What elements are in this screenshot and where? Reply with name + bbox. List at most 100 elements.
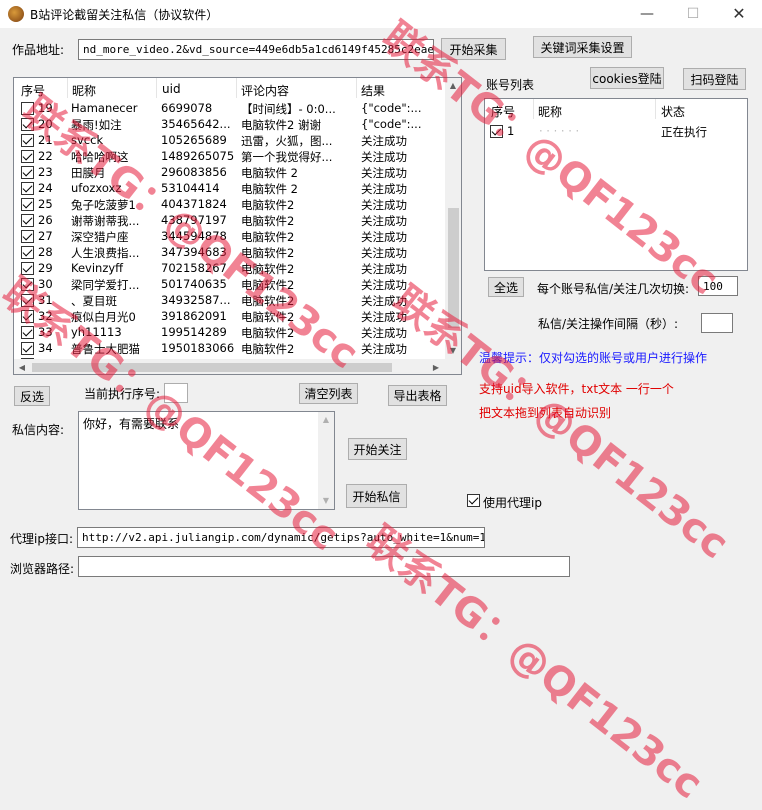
row-result: 关注成功	[361, 134, 407, 148]
row-checkbox[interactable]	[21, 342, 34, 355]
row-index: 33	[38, 325, 53, 339]
row-checkbox[interactable]	[21, 262, 34, 275]
row-comment: 电脑软件2	[241, 278, 295, 292]
table-row[interactable]: 24 ufozxoxz 53104414 电脑软件 2 关注成功	[14, 180, 461, 196]
scroll-up-arrow-icon[interactable]: ▲	[445, 81, 461, 90]
row-nick: 暴雨!如注	[71, 118, 122, 132]
row-nick: yh11113	[71, 325, 122, 339]
invert-selection-button[interactable]: 反选	[14, 386, 50, 406]
account-col-nick[interactable]: 昵称	[538, 103, 562, 120]
message-textarea[interactable]: 你好，有需要联系 ▲ ▼	[78, 411, 335, 510]
select-all-button[interactable]: 全选	[488, 277, 524, 297]
table-row[interactable]: 23 田膜月 296083856 电脑软件 2 关注成功	[14, 164, 461, 180]
row-index: 26	[38, 213, 53, 227]
proxy-api-input[interactable]: http://v2.api.juliangip.com/dynamic/geti…	[77, 527, 485, 548]
table-row[interactable]: 21 svcck 105265689 迅雷，火狐，图... 关注成功	[14, 132, 461, 148]
table-row[interactable]: 33 yh11113 199514289 电脑软件2 关注成功	[14, 324, 461, 340]
row-comment: 电脑软件 2	[241, 182, 298, 196]
row-result: 关注成功	[361, 198, 407, 212]
work-url-label: 作品地址:	[12, 43, 65, 57]
table-row[interactable]: 20 暴雨!如注 35465642... 电脑软件2 谢谢 {"code":...	[14, 116, 461, 132]
row-index: 27	[38, 229, 53, 243]
work-url-input[interactable]: nd_more_video.2&vd_source=449e6db5a1cd61…	[78, 39, 434, 60]
table-row[interactable]: 19 Hamanecer 6699078 【时间线】- 0:0... {"code":.…	[14, 100, 461, 116]
scan-login-button[interactable]: 扫码登陆	[683, 68, 746, 90]
interval-input[interactable]	[701, 313, 733, 333]
msg-scroll-down-icon[interactable]: ▼	[318, 496, 334, 505]
row-checkbox[interactable]	[21, 326, 34, 339]
table-row[interactable]: 31 、夏目斑 34932587... 电脑软件2 关注成功	[14, 292, 461, 308]
row-checkbox[interactable]	[21, 134, 34, 147]
row-checkbox[interactable]	[21, 150, 34, 163]
table-row[interactable]: 26 谢蒂谢蒂我... 438797197 电脑软件2 关注成功	[14, 212, 461, 228]
row-checkbox[interactable]	[21, 166, 34, 179]
row-checkbox[interactable]	[21, 118, 34, 131]
keyword-settings-button[interactable]: 关键词采集设置	[533, 36, 632, 58]
comment-table[interactable]: 序号 昵称 uid 评论内容 结果 19 Hamanecer 6699078 【时间线…	[13, 77, 462, 375]
row-checkbox[interactable]	[21, 310, 34, 323]
maximize-button[interactable]: ☐	[670, 0, 716, 28]
browser-path-input[interactable]	[78, 556, 570, 577]
current-index-input[interactable]	[164, 383, 188, 403]
cookies-login-button[interactable]: cookies登陆	[590, 67, 664, 89]
row-checkbox[interactable]	[21, 182, 34, 195]
row-uid: 501740635	[161, 277, 227, 291]
switch-count-input[interactable]: 100	[698, 276, 738, 296]
row-checkbox[interactable]	[21, 102, 34, 115]
account-col-status[interactable]: 状态	[661, 103, 685, 120]
table-row[interactable]: 30 梁同学爱打... 501740635 电脑软件2 关注成功	[14, 276, 461, 292]
start-follow-button[interactable]: 开始关注	[348, 438, 407, 460]
close-button[interactable]: ✕	[716, 0, 762, 28]
row-checkbox[interactable]	[21, 198, 34, 211]
h-scroll-thumb[interactable]	[32, 363, 392, 372]
col-header-index[interactable]: 序号	[21, 82, 45, 99]
account-list-table[interactable]: 序号 昵称 状态 1 · · · · · · 正在执行	[484, 98, 748, 271]
row-comment: 电脑软件 2	[241, 166, 298, 180]
table-vertical-scrollbar[interactable]: ▲ ▼	[445, 78, 461, 359]
table-row[interactable]: 32 痕似白月光0 391862091 电脑软件2 关注成功	[14, 308, 461, 324]
proxy-api-label: 代理ip接口:	[10, 532, 73, 546]
row-result: 关注成功	[361, 246, 407, 260]
row-checkbox[interactable]	[21, 214, 34, 227]
scroll-thumb[interactable]	[448, 208, 459, 328]
clear-list-button[interactable]: 清空列表	[299, 383, 358, 404]
row-checkbox[interactable]	[21, 278, 34, 291]
account-row[interactable]: 1 · · · · · · 正在执行	[485, 123, 747, 139]
msg-scroll-up-icon[interactable]: ▲	[318, 415, 334, 424]
window-title: B站评论截留关注私信（协议软件）	[30, 8, 219, 22]
use-proxy-checkbox[interactable]	[467, 494, 480, 507]
table-horizontal-scrollbar[interactable]: ◀ ▶	[14, 359, 461, 374]
table-row[interactable]: 34 普鲁士大肥猫 1950183066 电脑软件2 关注成功	[14, 340, 461, 356]
scroll-left-arrow-icon[interactable]: ◀	[14, 363, 30, 372]
tip-text: 温馨提示：仅对勾选的账号或用户进行操作	[479, 351, 708, 365]
row-checkbox[interactable]	[21, 230, 34, 243]
account-checkbox[interactable]	[490, 125, 503, 138]
col-header-uid[interactable]: uid	[162, 82, 181, 96]
comment-table-header: 序号 昵称 uid 评论内容 结果	[14, 78, 446, 100]
row-comment: 电脑软件2	[241, 214, 295, 228]
table-row[interactable]: 27 深空猎户座 344594878 电脑软件2 关注成功	[14, 228, 461, 244]
row-result: 关注成功	[361, 326, 407, 340]
row-comment: 电脑软件2	[241, 246, 295, 260]
account-nick: · · · · · ·	[539, 124, 580, 138]
col-header-comment[interactable]: 评论内容	[241, 82, 289, 99]
start-message-button[interactable]: 开始私信	[346, 484, 407, 508]
scroll-right-arrow-icon[interactable]: ▶	[428, 363, 444, 372]
start-collect-button[interactable]: 开始采集	[441, 38, 506, 60]
row-checkbox[interactable]	[21, 294, 34, 307]
message-scrollbar[interactable]: ▲ ▼	[318, 412, 334, 509]
table-row[interactable]: 22 哈哈哈啊这 1489265075 第一个我觉得好... 关注成功	[14, 148, 461, 164]
table-row[interactable]: 25 兔子吃菠萝1 404371824 电脑软件2 关注成功	[14, 196, 461, 212]
table-row[interactable]: 29 Kevinzyff 702158267 电脑软件2 关注成功	[14, 260, 461, 276]
scroll-down-arrow-icon[interactable]: ▼	[445, 346, 461, 355]
minimize-button[interactable]: —	[624, 0, 670, 28]
account-col-index[interactable]: 序号	[491, 103, 515, 120]
export-table-button[interactable]: 导出表格	[388, 385, 447, 406]
row-index: 20	[38, 117, 53, 131]
row-nick: svcck	[71, 133, 104, 147]
message-label: 私信内容:	[12, 423, 65, 437]
col-header-nick[interactable]: 昵称	[72, 82, 96, 99]
table-row[interactable]: 28 人生浪费指... 347394683 电脑软件2 关注成功	[14, 244, 461, 260]
row-checkbox[interactable]	[21, 246, 34, 259]
col-header-result[interactable]: 结果	[361, 82, 385, 99]
